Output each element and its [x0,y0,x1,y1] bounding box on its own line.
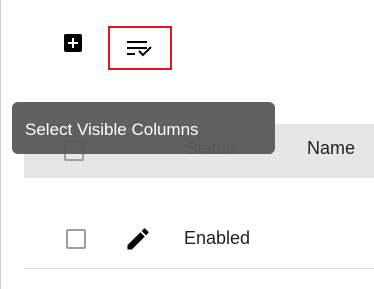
status-cell: Enabled [184,228,251,248]
header-name[interactable]: Name [307,138,355,159]
select-visible-columns-button[interactable] [108,26,172,70]
tooltip-text: Select Visible Columns [25,120,199,139]
select-columns-icon [127,41,152,57]
row-checkbox[interactable] [66,229,86,249]
tooltip: Select Visible Columns [12,102,275,154]
pencil-icon[interactable] [124,225,152,253]
add-icon[interactable] [64,34,82,52]
